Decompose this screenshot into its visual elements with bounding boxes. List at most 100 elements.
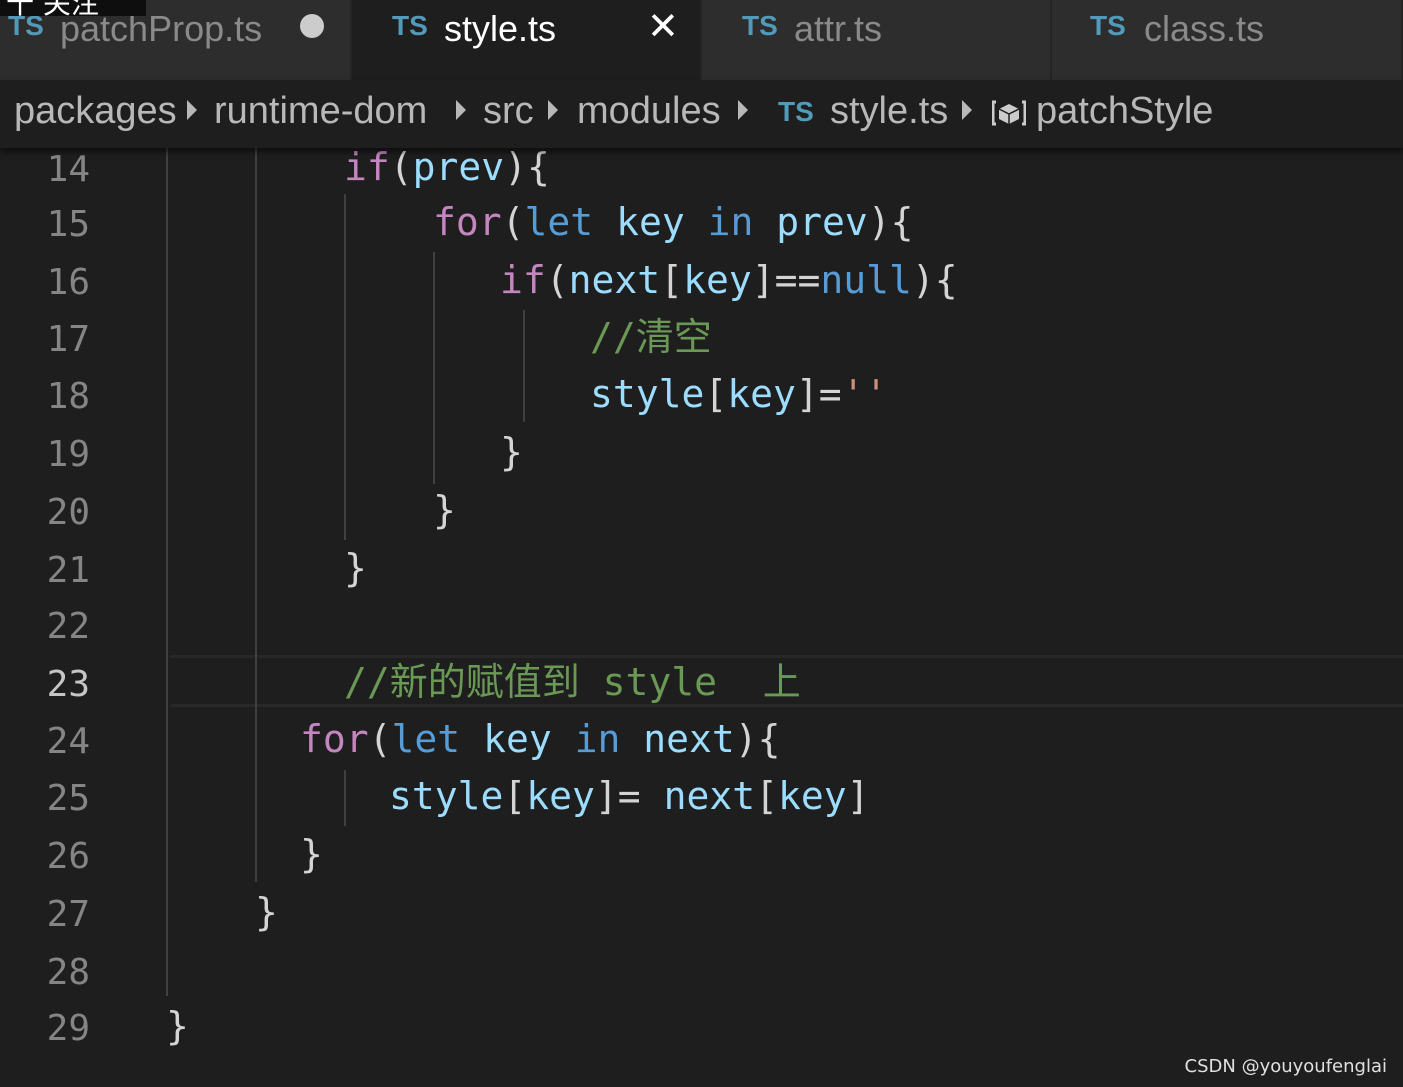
line-number: 22 — [46, 606, 90, 647]
code-token: if — [344, 148, 390, 189]
code-token: ( — [545, 258, 569, 302]
unsaved-dot-icon[interactable] — [300, 14, 324, 38]
code-token: } — [300, 832, 323, 876]
code-token: key — [683, 258, 752, 302]
line-number: 28 — [46, 952, 90, 993]
code-token: prev — [776, 200, 868, 244]
indent-guide — [255, 148, 257, 882]
editor-tab-bar: TS patchProp.ts TS style.ts ✕ TS attr.ts… — [0, 0, 1403, 80]
tab-label: style.ts — [444, 8, 557, 49]
code-token: for — [433, 200, 502, 244]
tab-class[interactable]: TS class.ts — [1052, 0, 1403, 80]
follow-overlay-label[interactable]: 十 关注 — [0, 0, 146, 16]
code-line[interactable]: for(let key in prev){ — [433, 200, 914, 244]
code-line[interactable]: if(prev){ — [344, 148, 550, 189]
code-line[interactable]: style[key]= next[key] — [389, 774, 870, 818]
chevron-right-icon — [548, 100, 558, 120]
code-token: ( — [368, 717, 392, 761]
code-token: ){ — [911, 258, 958, 302]
chevron-right-icon — [456, 100, 466, 120]
code-token: next — [663, 774, 756, 818]
code-token: let — [391, 717, 461, 761]
code-line[interactable]: } — [500, 430, 523, 474]
code-token: key — [483, 717, 552, 761]
code-token: [ — [660, 258, 684, 302]
code-token: ( — [389, 148, 413, 189]
tab-attr[interactable]: TS attr.ts — [702, 0, 1052, 80]
code-token: } — [166, 1004, 189, 1048]
typescript-file-icon: TS — [778, 96, 814, 127]
line-number: 17 — [46, 319, 90, 360]
line-number: 19 — [46, 434, 90, 475]
line-number: 20 — [46, 492, 90, 533]
chevron-right-icon — [738, 100, 748, 120]
tab-label: attr.ts — [794, 8, 883, 49]
indent-guide — [523, 310, 525, 422]
tab-style[interactable]: TS style.ts ✕ — [352, 0, 702, 80]
code-line[interactable]: } — [255, 890, 278, 934]
code-token: key — [526, 774, 595, 818]
code-line[interactable]: } — [344, 546, 367, 590]
code-token: ){ — [734, 717, 781, 761]
code-line[interactable]: style[key]='' — [590, 372, 887, 416]
line-number: 23 — [46, 664, 90, 705]
code-line[interactable]: if(next[key]==null){ — [500, 258, 958, 302]
code-line[interactable]: //新的赋值到 style 上 — [344, 660, 801, 704]
typescript-file-icon: TS — [1090, 10, 1126, 41]
line-number: 21 — [46, 550, 90, 591]
line-number: 15 — [46, 204, 90, 245]
line-number: 25 — [46, 778, 90, 819]
code-token: [ — [704, 372, 728, 416]
code-token: [ — [755, 774, 778, 818]
code-editor[interactable]: 14 15 16 17 18 19 20 21 22 23 24 25 26 27 28 29 if(prev… — [0, 148, 1403, 1087]
code-token: in — [574, 717, 621, 761]
chevron-right-icon — [962, 100, 972, 120]
code-token: ( — [501, 200, 525, 244]
watermark: CSDN @youyoufenglai — [1184, 1056, 1387, 1077]
code-token: ] — [846, 774, 870, 818]
code-token: //清空 — [590, 315, 712, 359]
symbol-method-icon — [992, 100, 1026, 126]
code-token: for — [300, 717, 369, 761]
breadcrumb-item-packages[interactable]: packages — [14, 90, 177, 133]
breadcrumb-item-src[interactable]: src — [483, 90, 534, 133]
breadcrumb-item-runtime-dom[interactable]: runtime-dom — [214, 90, 427, 133]
code-token: next — [568, 258, 661, 302]
close-icon[interactable]: ✕ — [647, 4, 679, 48]
code-line[interactable]: //清空 — [590, 315, 712, 359]
tab-label: class.ts — [1144, 8, 1265, 49]
breadcrumb-item-symbol[interactable]: patchStyle — [1036, 90, 1213, 133]
code-line[interactable]: for(let key in next){ — [300, 717, 781, 761]
code-line[interactable]: } — [300, 832, 323, 876]
chevron-right-icon — [187, 100, 197, 120]
code-token: ){ — [504, 148, 550, 189]
code-token: null — [820, 258, 912, 302]
code-token: } — [433, 488, 456, 532]
code-line[interactable]: } — [166, 1004, 189, 1048]
code-token: ]= — [795, 372, 842, 416]
code-token: let — [524, 200, 594, 244]
line-number: 16 — [46, 262, 90, 303]
code-token: //新的赋值到 style 上 — [344, 660, 801, 704]
code-token: if — [500, 258, 546, 302]
code-line[interactable]: } — [433, 488, 456, 532]
code-token: style — [590, 372, 705, 416]
code-token: } — [255, 890, 278, 934]
typescript-file-icon: TS — [392, 10, 428, 41]
breadcrumb-item-file[interactable]: style.ts — [830, 90, 948, 133]
code-token: next — [643, 717, 735, 761]
code-token: key — [727, 372, 796, 416]
code-token: key — [616, 200, 685, 244]
typescript-file-icon: TS — [742, 10, 778, 41]
code-token: ]== — [751, 258, 821, 302]
breadcrumb-item-modules[interactable]: modules — [577, 90, 721, 133]
code-token: style — [389, 774, 504, 818]
indent-guide — [344, 770, 346, 826]
indent-guide — [433, 252, 435, 484]
line-number: 29 — [46, 1008, 90, 1049]
